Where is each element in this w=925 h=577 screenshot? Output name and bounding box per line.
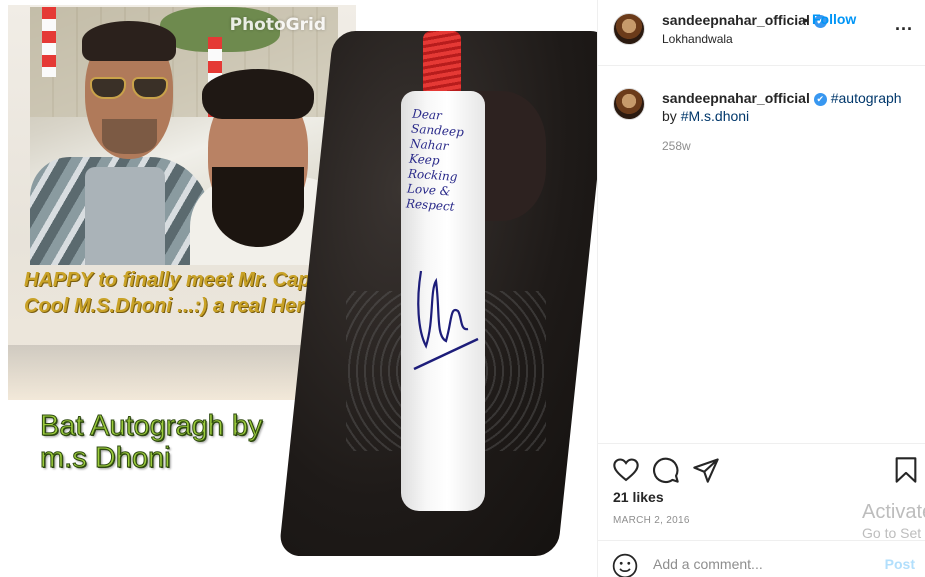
caption-comment: sandeepnahar_official ✔ #autograph by #M.… bbox=[662, 89, 912, 125]
comment-avatar[interactable] bbox=[613, 88, 645, 120]
post-sidebar: sandeepnahar_official ✔ • Follow Lokhandw… bbox=[597, 0, 925, 577]
likes-count[interactable]: 21 likes bbox=[613, 489, 664, 505]
add-comment-bar: Post bbox=[598, 540, 925, 577]
post-image[interactable]: PhotoGrid HAPPY to finally meet Mr. Capt… bbox=[0, 0, 597, 577]
comment-icon[interactable] bbox=[652, 456, 680, 484]
bookmark-icon[interactable] bbox=[892, 456, 920, 484]
follow-button[interactable]: Follow bbox=[812, 11, 856, 27]
activation-line1: Activate bbox=[862, 501, 925, 523]
heart-icon[interactable] bbox=[612, 456, 640, 484]
bat-autograph-caption-line1: Bat Autogragh by bbox=[40, 410, 263, 443]
bat-autograph-caption: Bat Autogragh by m.s Dhoni bbox=[40, 410, 263, 475]
hashtag-autograph[interactable]: #autograph bbox=[831, 90, 902, 106]
comment-username[interactable]: sandeepnahar_official bbox=[662, 90, 810, 106]
selfie-photo: PhotoGrid bbox=[30, 7, 338, 265]
windows-activation-watermark: Activate Go to Set bbox=[862, 500, 925, 542]
activation-line2: Go to Set bbox=[862, 525, 922, 541]
more-icon[interactable]: ... bbox=[895, 14, 913, 35]
post-date: MARCH 2, 2016 bbox=[613, 515, 690, 526]
avatar[interactable] bbox=[613, 13, 645, 45]
comment-timestamp[interactable]: 258w bbox=[662, 139, 691, 153]
verified-icon: ✔ bbox=[813, 93, 827, 106]
comment-input[interactable] bbox=[653, 551, 873, 577]
location-link[interactable]: Lokhandwala bbox=[662, 32, 733, 46]
signature-icon bbox=[413, 270, 479, 371]
separator-dot: • bbox=[803, 12, 808, 28]
bat-handle bbox=[423, 31, 461, 93]
share-icon[interactable] bbox=[692, 456, 720, 484]
bat-photo: Dear Sandeep Nahar Keep Rocking Love & R… bbox=[278, 31, 597, 556]
emoji-icon[interactable] bbox=[612, 553, 638, 577]
post-header: sandeepnahar_official ✔ • Follow Lokhandw… bbox=[598, 0, 925, 66]
post-comment-button[interactable]: Post bbox=[885, 556, 915, 572]
hashtag-msdhoni[interactable]: #M.s.dhoni bbox=[681, 108, 749, 124]
bat-handwriting: Dear Sandeep Nahar Keep Rocking Love & R… bbox=[405, 106, 465, 214]
photogrid-watermark: PhotoGrid bbox=[229, 15, 326, 35]
comment-text: by bbox=[662, 108, 677, 124]
bat-autograph-caption-line2: m.s Dhoni bbox=[40, 442, 172, 475]
